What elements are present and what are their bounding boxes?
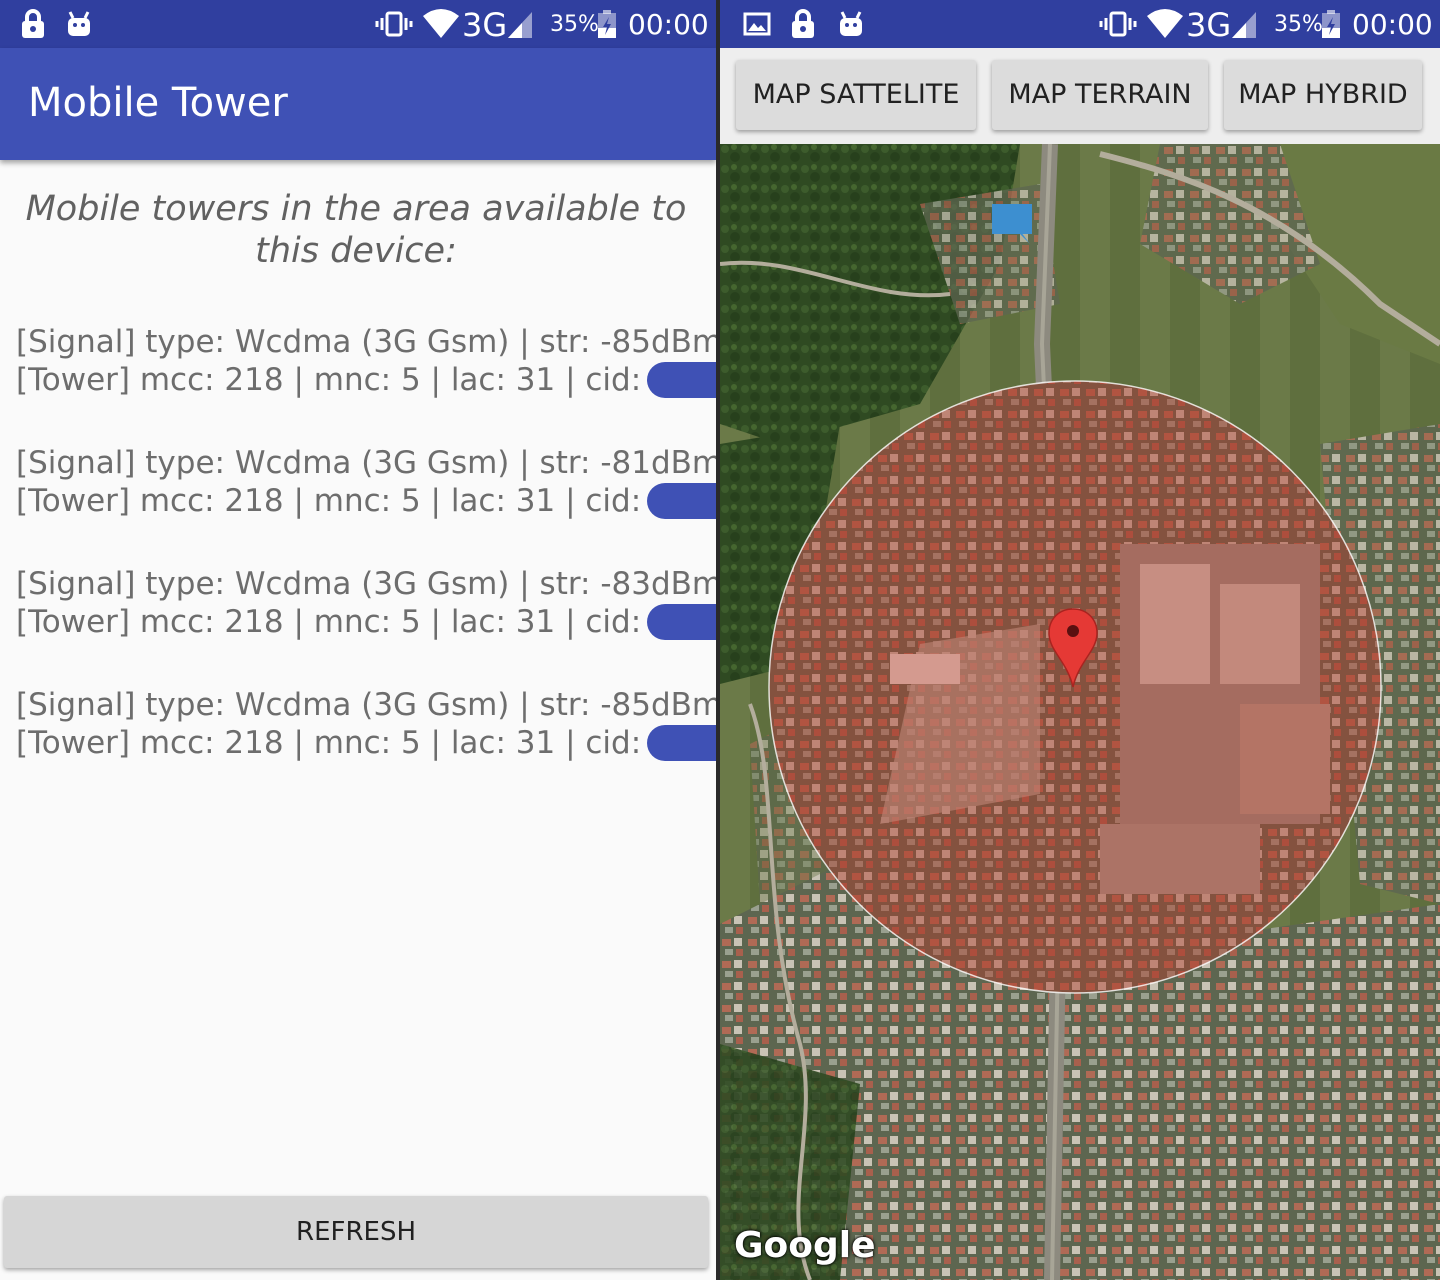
- tower-entry: [Signal] type: Wcdma (3G Gsm) | str: -85…: [16, 686, 716, 762]
- signal-icon: [508, 12, 532, 38]
- tower-entry: [Signal] type: Wcdma (3G Gsm) | str: -85…: [16, 323, 716, 399]
- android-icon: [68, 11, 90, 36]
- battery-percent: 35%: [550, 12, 599, 37]
- lock-icon: [22, 9, 44, 38]
- clock: 00:00: [628, 8, 709, 41]
- battery-charging-icon: [598, 10, 616, 38]
- map-type-bar: MAP SATTELITE MAP TERRAIN MAP HYBRID: [720, 48, 1440, 144]
- lock-icon: [792, 9, 814, 38]
- redacted-cid: [647, 604, 716, 640]
- signal-info: [Signal] type: Wcdma (3G Gsm) | str: -81…: [16, 445, 716, 481]
- signal-icon: [1232, 12, 1256, 38]
- redacted-cid: [647, 725, 716, 761]
- tower-info: [Tower] mcc: 218 | mnc: 5 | lac: 31 | ci…: [16, 725, 642, 761]
- network-type: 3G: [462, 6, 508, 44]
- tower-entry: [Signal] type: Wcdma (3G Gsm) | str: -81…: [16, 444, 716, 520]
- tower-list-screen: 3G 35% 00:00 Mobile Tower Mobile towers …: [0, 0, 716, 1280]
- battery-charging-icon: [1322, 10, 1340, 38]
- android-icon: [840, 11, 862, 36]
- coverage-circle: [768, 380, 1382, 994]
- vibrate-icon: [375, 11, 413, 37]
- towers-heading: Mobile towers in the area available to t…: [25, 189, 687, 271]
- signal-info: [Signal] type: Wcdma (3G Gsm) | str: -83…: [16, 566, 716, 602]
- app-toolbar: Mobile Tower: [0, 48, 716, 160]
- tower-info: [Tower] mcc: 218 | mnc: 5 | lac: 31 | ci…: [16, 362, 642, 398]
- wifi-icon: [423, 9, 459, 38]
- map-hybrid-button[interactable]: MAP HYBRID: [1224, 60, 1422, 130]
- battery-percent: 35%: [1274, 12, 1323, 37]
- satellite-map[interactable]: [720, 144, 1440, 1280]
- map-terrain-button[interactable]: MAP TERRAIN: [992, 60, 1208, 130]
- wifi-icon: [1147, 9, 1183, 38]
- refresh-button[interactable]: REFRESH: [4, 1196, 708, 1268]
- map-satellite-button[interactable]: MAP SATTELITE: [736, 60, 976, 130]
- redacted-cid: [647, 483, 716, 519]
- map-screen: 3G 35% 00:00 MAP SATTELITE MAP TERRAIN M…: [720, 0, 1440, 1280]
- google-attribution: Google: [734, 1225, 876, 1266]
- status-bar: 3G 35% 00:00: [720, 0, 1440, 48]
- vibrate-icon: [1099, 11, 1137, 37]
- status-bar: 3G 35% 00:00: [0, 0, 716, 48]
- tower-info: [Tower] mcc: 218 | mnc: 5 | lac: 31 | ci…: [16, 604, 642, 640]
- network-type: 3G: [1186, 6, 1232, 44]
- app-title: Mobile Tower: [28, 80, 288, 126]
- tower-info: [Tower] mcc: 218 | mnc: 5 | lac: 31 | ci…: [16, 483, 642, 519]
- tower-entry: [Signal] type: Wcdma (3G Gsm) | str: -83…: [16, 565, 716, 641]
- signal-info: [Signal] type: Wcdma (3G Gsm) | str: -85…: [16, 687, 716, 723]
- redacted-cid: [647, 362, 716, 398]
- clock: 00:00: [1352, 8, 1433, 41]
- image-icon: [743, 12, 771, 36]
- signal-info: [Signal] type: Wcdma (3G Gsm) | str: -85…: [16, 324, 716, 360]
